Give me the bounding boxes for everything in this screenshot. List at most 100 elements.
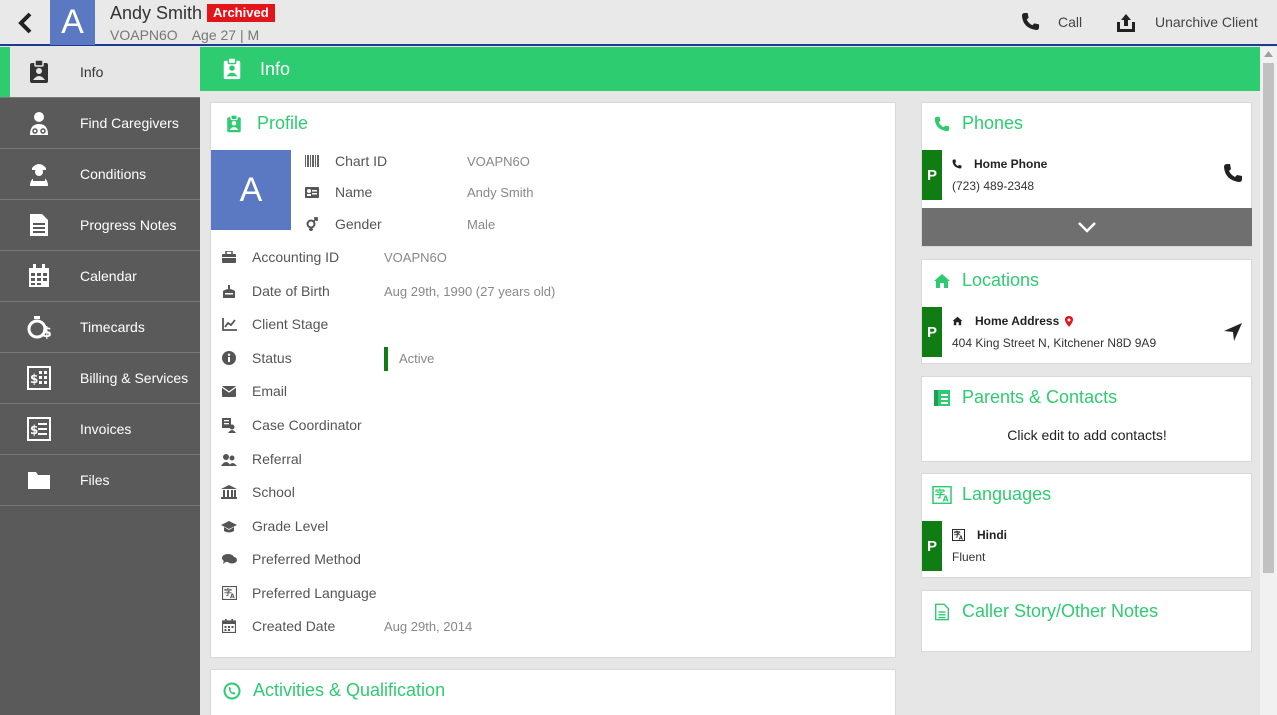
activities-card: Activities & Qualification <box>210 669 896 715</box>
phones-title-text: Phones <box>962 113 1024 133</box>
calendar-icon <box>222 619 236 633</box>
svg-text:$: $ <box>42 325 51 339</box>
phone-icon <box>952 159 962 169</box>
contacts-empty-message: Click edit to add contacts! <box>1007 427 1167 443</box>
phones-card: Phones P Home Phone (723) 489-2348 <box>921 102 1252 247</box>
profile-title: Profile <box>211 113 308 134</box>
sidebar-item-info[interactable]: Info <box>0 47 200 98</box>
field-value: Male <box>467 216 496 232</box>
scroll-up-arrow-icon[interactable] <box>1264 51 1273 57</box>
field-label: Grade Level <box>252 518 329 534</box>
unarchive-button[interactable]: Unarchive Client <box>1115 12 1258 32</box>
id-badge-icon <box>30 60 48 83</box>
sidebar-item-billing-services[interactable]: $ Billing & Services <box>0 353 200 404</box>
sidebar-item-invoices[interactable]: $ Invoices <box>0 404 200 455</box>
info-icon <box>222 351 236 365</box>
sidebar-item-label: Invoices <box>80 421 132 437</box>
field-client-stage: Client Stage <box>216 316 328 332</box>
back-button[interactable] <box>0 0 50 45</box>
users-icon <box>221 453 237 466</box>
field-case-coordinator: Case Coordinator <box>216 417 362 433</box>
locations-card: Locations P Home Address 404 King Street… <box>921 259 1252 364</box>
primary-tag: P <box>922 150 942 200</box>
navigation-arrow-icon <box>1224 323 1242 341</box>
address-label: Home Address <box>952 314 1074 328</box>
scrollbar-thumb[interactable] <box>1263 63 1274 573</box>
sidebar-item-find-caregivers[interactable]: Find Caregivers <box>0 98 200 149</box>
svg-text:A: A <box>230 593 235 600</box>
profile-avatar: A <box>211 150 291 230</box>
field-label: Accounting ID <box>252 249 340 265</box>
sidebar: Info Find Caregivers Conditions Progress… <box>0 47 200 715</box>
sidebar-item-calendar[interactable]: Calendar <box>0 251 200 302</box>
language-name: Hindi <box>977 528 1007 542</box>
language-icon: 字A <box>952 529 965 541</box>
field-label: Client Stage <box>252 316 329 332</box>
svg-text:A: A <box>959 535 963 541</box>
client-id: VOAPN6O <box>110 27 178 43</box>
field-label: Date of Birth <box>252 283 330 299</box>
field-status: Status Active <box>216 347 434 371</box>
activities-title: Activities & Qualification <box>211 680 445 701</box>
primary-tag: P <box>922 521 942 571</box>
sidebar-item-files[interactable]: Files <box>0 455 200 506</box>
sidebar-item-label: Calendar <box>80 268 137 284</box>
navigate-button[interactable] <box>1223 322 1243 342</box>
languages-title: 字A Languages <box>922 484 1051 505</box>
field-label: Gender <box>335 216 382 232</box>
field-label: School <box>252 484 295 500</box>
sidebar-item-progress-notes[interactable]: Progress Notes <box>0 200 200 251</box>
status-indicator <box>384 347 388 371</box>
barcode-icon <box>305 155 319 167</box>
contacts-card: Parents & Contacts Click edit to add con… <box>921 376 1252 462</box>
expand-phones-button[interactable] <box>922 208 1252 246</box>
phones-title: Phones <box>922 113 1023 134</box>
briefcase-icon <box>222 251 236 263</box>
call-phone-button[interactable] <box>1223 163 1243 183</box>
field-value: VOAPN6O <box>467 153 530 169</box>
contacts-title-text: Parents & Contacts <box>962 387 1118 407</box>
chevron-down-icon <box>1078 222 1096 233</box>
client-name: Andy Smith <box>110 3 203 23</box>
status-badge: Archived <box>207 4 275 22</box>
phone-label: Home Phone <box>952 157 1047 171</box>
field-email: Email <box>216 383 287 399</box>
address-label-text: Home Address <box>975 314 1060 328</box>
sidebar-item-conditions[interactable]: Conditions <box>0 149 200 200</box>
profile-title-text: Profile <box>257 113 309 133</box>
address-book-icon <box>934 389 950 406</box>
field-label: Email <box>252 383 288 399</box>
invoice-icon: $ <box>27 417 51 441</box>
calendar-icon <box>29 264 49 287</box>
call-label: Call <box>1058 13 1083 30</box>
languages-title-text: Languages <box>962 484 1052 504</box>
scrollbar[interactable] <box>1260 47 1277 715</box>
phone-icon <box>1224 164 1242 182</box>
contacts-title: Parents & Contacts <box>922 387 1117 408</box>
page-header: Info <box>200 47 1260 91</box>
patient-icon <box>30 164 48 186</box>
primary-tag: P <box>922 307 942 357</box>
home-icon <box>934 273 950 288</box>
sidebar-item-timecards[interactable]: $ Timecards <box>0 302 200 353</box>
cake-icon <box>223 285 235 298</box>
language-icon: 字A <box>221 586 237 600</box>
field-referral: Referral <box>216 451 302 467</box>
call-button[interactable]: Call <box>1021 12 1082 31</box>
field-label: Created Date <box>252 618 336 634</box>
nurse-icon <box>30 112 48 135</box>
field-value: Andy Smith <box>467 184 534 200</box>
document-icon <box>935 603 949 620</box>
language-icon: 字A <box>932 485 952 504</box>
phone-label-text: Home Phone <box>974 157 1048 171</box>
languages-card: 字A Languages P 字A Hindi Fluent <box>921 473 1252 578</box>
folder-icon <box>28 472 50 489</box>
page-title: Info <box>260 58 291 79</box>
svg-text:A: A <box>943 494 949 503</box>
avatar: A <box>50 0 95 45</box>
school-icon <box>221 485 237 499</box>
field-label: Chart ID <box>335 153 388 169</box>
phone-number: (723) 489-2348 <box>952 179 1035 193</box>
sidebar-item-label: Find Caregivers <box>80 115 179 131</box>
id-badge-icon <box>227 114 241 132</box>
